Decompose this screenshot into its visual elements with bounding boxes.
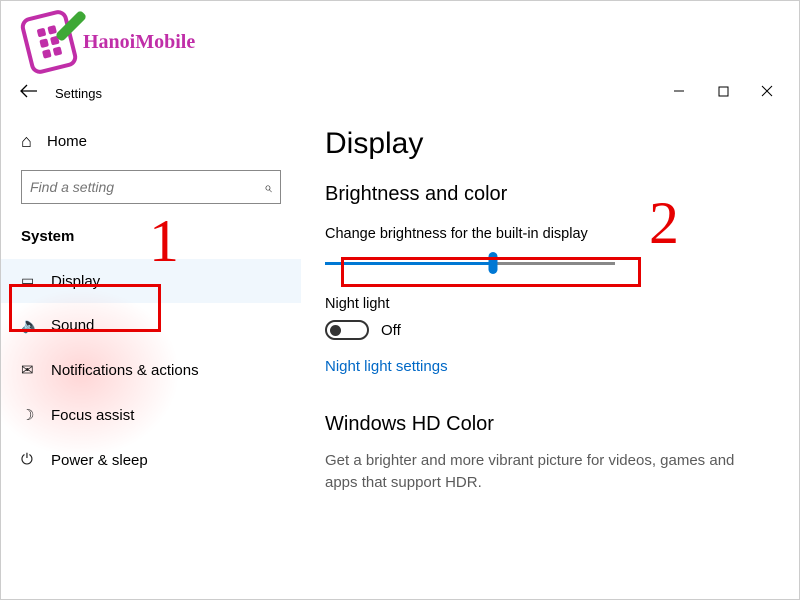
slider-fill	[325, 262, 493, 265]
sidebar-item-label: Sound	[51, 317, 94, 334]
toggle-knob	[330, 325, 341, 336]
power-sleep-icon	[21, 451, 51, 469]
brightness-label: Change brightness for the built-in displ…	[325, 226, 769, 242]
section-heading-brightness: Brightness and color	[325, 183, 769, 206]
maximize-button[interactable]	[701, 78, 745, 108]
brightness-slider[interactable]	[325, 252, 615, 274]
slider-thumb[interactable]	[489, 252, 498, 274]
home-icon	[21, 131, 47, 152]
search-input[interactable]	[30, 179, 264, 195]
sidebar-item-notifications[interactable]: Notifications & actions	[1, 348, 301, 393]
sidebar-item-label: Focus assist	[51, 407, 134, 424]
back-button[interactable]	[9, 84, 49, 103]
hd-color-description: Get a brighter and more vibrant picture …	[325, 450, 769, 494]
sound-icon	[21, 316, 51, 335]
home-label: Home	[47, 133, 87, 150]
window-titlebar: Settings	[1, 73, 799, 113]
minimize-button[interactable]	[657, 78, 701, 108]
sidebar-item-display[interactable]: Display	[1, 259, 301, 303]
search-box[interactable]: ⌕	[21, 170, 281, 204]
sidebar-section-label: System	[1, 218, 301, 259]
sidebar-item-label: Display	[51, 273, 100, 290]
close-button[interactable]	[745, 78, 789, 108]
window-title: Settings	[55, 86, 102, 101]
sidebar-item-focus-assist[interactable]: Focus assist	[1, 393, 301, 438]
watermark-logo: HanoiMobile	[25, 13, 195, 71]
night-light-toggle[interactable]	[325, 320, 369, 340]
sidebar-item-sound[interactable]: Sound	[1, 303, 301, 348]
watermark-text: HanoiMobile	[83, 31, 195, 54]
night-light-state: Off	[381, 322, 401, 339]
notifications-icon	[21, 361, 51, 380]
slider-track	[325, 262, 615, 265]
night-light-label: Night light	[325, 296, 769, 312]
section-heading-hd-color: Windows HD Color	[325, 413, 769, 436]
night-light-settings-link[interactable]: Night light settings	[325, 358, 448, 375]
sidebar-item-label: Power & sleep	[51, 452, 148, 469]
display-icon	[21, 272, 51, 290]
sidebar-item-power-sleep[interactable]: Power & sleep	[1, 438, 301, 482]
main-panel: Display Brightness and color Change brig…	[301, 113, 799, 599]
focus-assist-icon	[21, 406, 51, 425]
sidebar-item-label: Notifications & actions	[51, 362, 199, 379]
search-icon: ⌕	[264, 179, 272, 196]
sidebar: Home ⌕ System Display Sound Notification…	[1, 113, 301, 599]
home-nav-item[interactable]: Home	[1, 123, 301, 160]
page-heading: Display	[325, 127, 769, 161]
